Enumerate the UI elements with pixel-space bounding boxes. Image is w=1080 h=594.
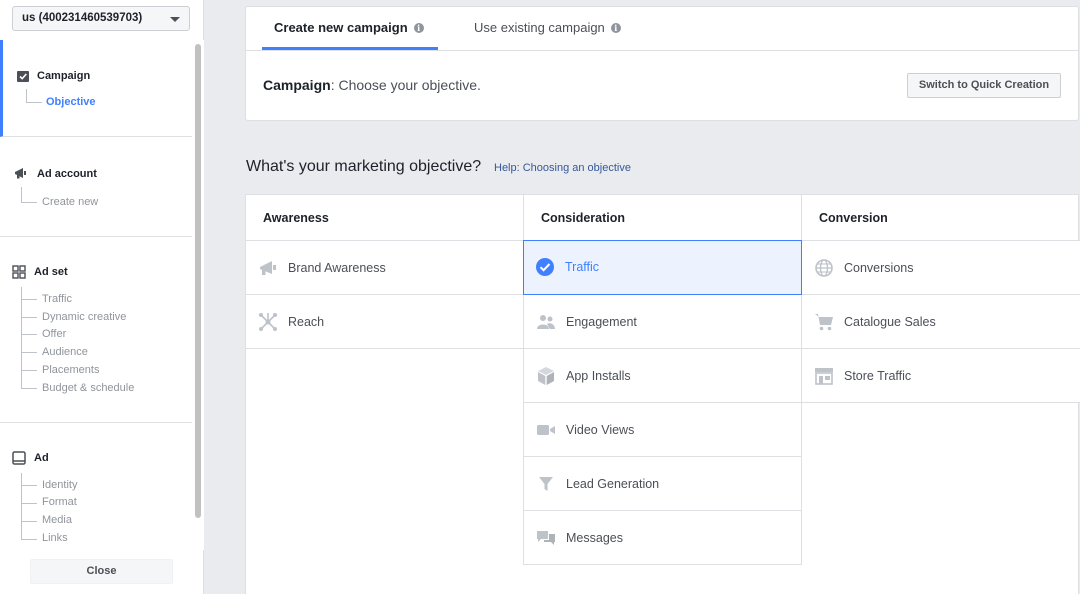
objective-label: Catalogue Sales [844, 315, 936, 329]
close-button[interactable]: Close [30, 559, 173, 584]
objective-label: Reach [288, 315, 325, 329]
sidebar-item-audience[interactable]: Audience [42, 346, 88, 358]
objective-video-views[interactable]: Video Views [524, 403, 801, 457]
ad-frame-icon [12, 451, 26, 465]
funnel-icon [539, 477, 553, 491]
sidebar-item-budget-schedule[interactable]: Budget & schedule [42, 382, 134, 394]
sidebar-item-format[interactable]: Format [42, 496, 77, 508]
objective-catalogue-sales[interactable]: Catalogue Sales [802, 295, 1080, 349]
sidebar-item-dynamic-creative[interactable]: Dynamic creative [42, 311, 126, 323]
sidebar-item-traffic[interactable]: Traffic [42, 293, 72, 305]
sidebar-item-objective[interactable]: Objective [46, 96, 96, 108]
objective-conversions[interactable]: Conversions [802, 241, 1080, 295]
tab-label: Create new campaign [274, 20, 408, 35]
tab-create-new-campaign[interactable]: Create new campaign i [274, 20, 424, 35]
objective-label: Traffic [565, 260, 600, 274]
column-header-consideration: Consideration [524, 195, 801, 241]
sidebar-section-ad-set[interactable]: Ad set Traffic Dynamic creative Offer Au… [0, 237, 192, 423]
campaign-instruction: : Choose your objective. [330, 77, 481, 93]
sidebar-item-links[interactable]: Links [42, 532, 68, 544]
objective-messages[interactable]: Messages [524, 511, 801, 565]
check-circle-icon [536, 258, 554, 276]
sidebar-section-title: Ad account [37, 168, 97, 180]
sidebar-section-title: Campaign [37, 70, 91, 82]
objective-question: What's your marketing objective? [246, 158, 482, 175]
megaphone-icon [260, 261, 276, 275]
objective-reach[interactable]: Reach [246, 295, 523, 349]
account-selector[interactable]: us (400231460539703) [12, 6, 190, 31]
objective-label: Engagement [566, 315, 637, 329]
sidebar-item-create-new[interactable]: Create new [42, 196, 98, 208]
video-camera-icon [537, 425, 555, 435]
objective-label: Video Views [566, 423, 635, 437]
sidebar-section-title: Ad [34, 452, 49, 464]
objective-label: Store Traffic [844, 369, 912, 383]
info-icon[interactable]: i [610, 23, 621, 33]
account-label: us (400231460539703) [22, 12, 143, 24]
people-icon [537, 315, 555, 329]
sidebar: us (400231460539703) Campaign Objective … [0, 0, 204, 594]
sidebar-section-campaign[interactable]: Campaign Objective [0, 40, 192, 137]
sidebar-item-placements[interactable]: Placements [42, 364, 99, 376]
tab-label: Use existing campaign [474, 20, 605, 35]
objective-traffic[interactable]: Traffic [523, 240, 802, 295]
campaign-check-icon [17, 71, 29, 82]
objective-label: Messages [566, 531, 623, 545]
objective-lead-generation[interactable]: Lead Generation [524, 457, 801, 511]
chat-bubbles-icon [537, 531, 555, 545]
grid-icon [12, 265, 26, 279]
sidebar-section-ad-account[interactable]: Ad account Create new [0, 137, 192, 237]
campaign-card: Create new campaign i Use existing campai… [245, 6, 1079, 121]
campaign-heading: Campaign: Choose your objective. [263, 77, 481, 93]
objective-brand-awareness[interactable]: Brand Awareness [246, 241, 523, 295]
objective-grid: Awareness Consideration Conversion Brand… [245, 194, 1080, 594]
objective-store-traffic[interactable]: Store Traffic [802, 349, 1080, 403]
objective-label: Conversions [844, 261, 914, 275]
tab-use-existing-campaign[interactable]: Use existing campaign i [474, 20, 621, 35]
objective-engagement[interactable]: Engagement [524, 295, 801, 349]
objective-label: Lead Generation [566, 477, 660, 491]
sidebar-section-title: Ad set [34, 266, 68, 278]
switch-to-quick-creation-button[interactable]: Switch to Quick Creation [907, 73, 1061, 98]
sidebar-section-ad[interactable]: Ad Identity Format Media Links [0, 423, 192, 547]
box-icon [538, 367, 554, 385]
globe-icon [815, 259, 833, 277]
objective-label: App Installs [566, 369, 631, 383]
column-header-awareness: Awareness [246, 195, 523, 241]
info-icon[interactable]: i [413, 23, 424, 33]
objective-app-installs[interactable]: App Installs [524, 349, 801, 403]
sidebar-scrollbar-thumb[interactable] [195, 44, 201, 518]
campaign-prefix: Campaign [263, 77, 331, 93]
tab-bar: Create new campaign i Use existing campai… [246, 7, 1078, 51]
megaphone-icon [15, 168, 26, 179]
objective-label: Brand Awareness [288, 261, 386, 275]
help-link[interactable]: Help: Choosing an objective [494, 162, 631, 174]
sidebar-item-media[interactable]: Media [42, 514, 72, 526]
sidebar-item-identity[interactable]: Identity [42, 479, 77, 491]
active-tab-underline [262, 47, 438, 50]
reach-icon [259, 313, 277, 331]
sidebar-item-offer[interactable]: Offer [42, 328, 66, 340]
column-header-conversion: Conversion [802, 195, 1080, 241]
cart-icon [815, 314, 833, 331]
caret-down-icon [170, 17, 180, 22]
store-icon [815, 368, 833, 385]
